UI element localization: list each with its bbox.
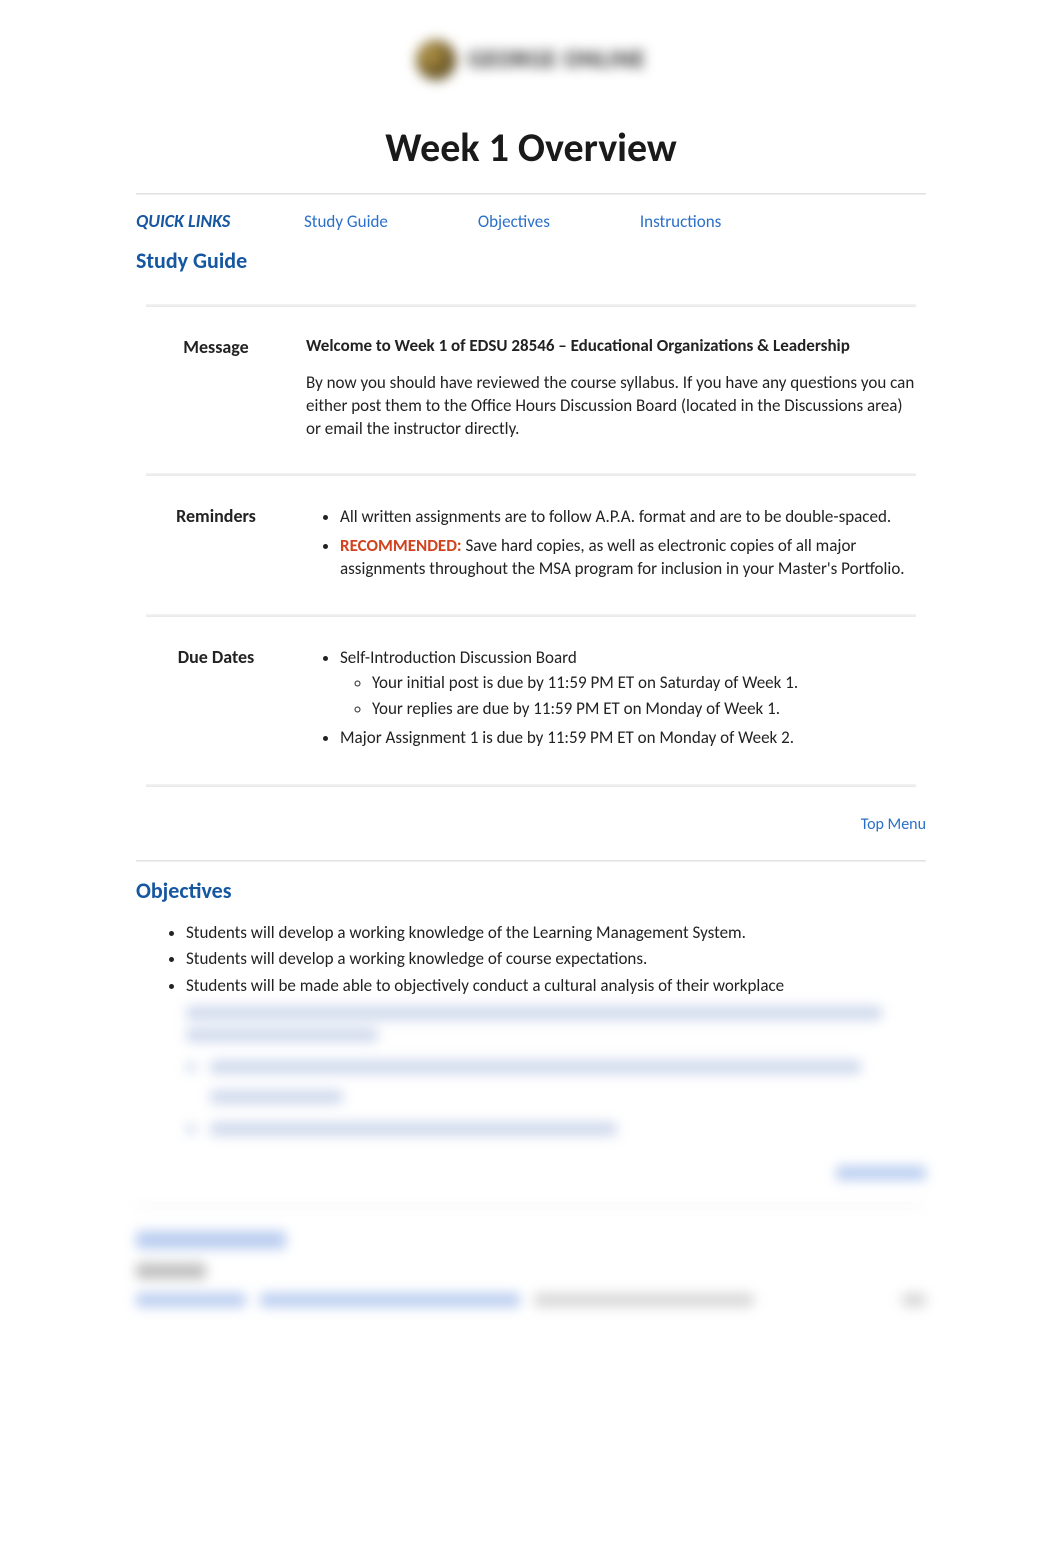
- quick-links-row: QUICK LINKS Study Guide Objectives Instr…: [136, 209, 926, 234]
- message-body: By now you should have reviewed the cour…: [306, 372, 916, 441]
- table-row: Due Dates Self-Introduction Discussion B…: [136, 633, 926, 772]
- list-sub-item: Your replies are due by 11:59 PM ET on M…: [372, 698, 916, 721]
- row-label-message: Message: [136, 323, 296, 461]
- list-item: Major Assignment 1 is due by 11:59 PM ET…: [340, 727, 916, 750]
- institution-logo: GEORGE ONLINE: [136, 40, 926, 86]
- list-sub-item: Your initial post is due by 11:59 PM ET …: [372, 672, 916, 695]
- study-guide-heading: Study Guide: [136, 246, 926, 276]
- page-title: Week 1 Overview: [136, 121, 926, 175]
- quick-links-label: QUICK LINKS: [136, 209, 286, 233]
- list-item: RECOMMENDED: Save hard copies, as well a…: [340, 535, 916, 581]
- quick-link-study-guide[interactable]: Study Guide: [304, 211, 388, 234]
- due-item-title: Self-Introduction Discussion Board: [340, 647, 577, 668]
- row-label-reminders: Reminders: [136, 492, 296, 603]
- quick-link-objectives[interactable]: Objectives: [478, 211, 550, 234]
- top-menu-link[interactable]: Top Menu: [861, 815, 926, 834]
- blurred-preview-region: [136, 1006, 926, 1306]
- list-item: Students will be made able to objectivel…: [186, 975, 926, 998]
- objectives-list: Students will develop a working knowledg…: [136, 922, 926, 999]
- objectives-heading: Objectives: [136, 876, 926, 906]
- row-label-due-dates: Due Dates: [136, 633, 296, 772]
- logo-seal-icon: [416, 40, 456, 80]
- list-item: Self-Introduction Discussion Board Your …: [340, 647, 916, 721]
- table-row: Message Welcome to Week 1 of EDSU 28546 …: [136, 323, 926, 461]
- list-item: Students will develop a working knowledg…: [186, 922, 926, 945]
- logo-text: GEORGE ONLINE: [468, 44, 646, 76]
- study-guide-table: Message Welcome to Week 1 of EDSU 28546 …: [136, 292, 926, 803]
- list-item: All written assignments are to follow A.…: [340, 506, 916, 529]
- recommended-label: RECOMMENDED:: [340, 535, 462, 556]
- divider: [136, 860, 926, 862]
- table-row: Reminders All written assignments are to…: [136, 492, 926, 603]
- welcome-line: Welcome to Week 1 of EDSU 28546 – Educat…: [306, 335, 916, 358]
- list-item: Students will develop a working knowledg…: [186, 948, 926, 971]
- divider: [136, 193, 926, 195]
- quick-link-instructions[interactable]: Instructions: [640, 211, 721, 234]
